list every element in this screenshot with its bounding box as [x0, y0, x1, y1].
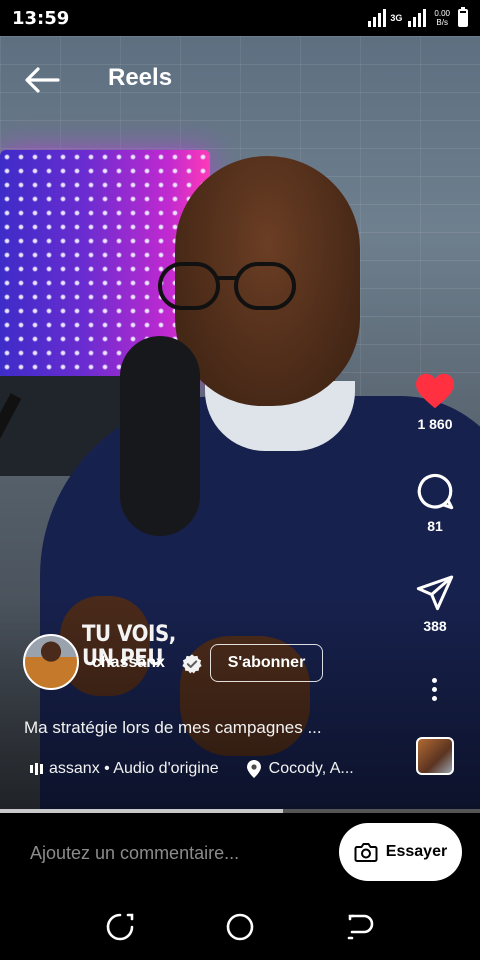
arrow-left-icon: [25, 67, 60, 93]
verified-badge-icon: [182, 654, 202, 674]
home-circle-icon: [226, 913, 254, 941]
username[interactable]: chassanx: [92, 654, 165, 672]
paper-plane-icon: [416, 575, 454, 611]
camera-icon: [354, 843, 378, 862]
glasses: [158, 262, 348, 316]
microphone: [120, 336, 200, 536]
status-bar: 13:59 3G 0.00 B/s: [0, 0, 480, 36]
post-caption[interactable]: Ma stratégie lors de mes campagnes ...: [24, 718, 404, 738]
back-button[interactable]: [22, 64, 62, 96]
page-title: Reels: [108, 64, 173, 91]
status-icons: 3G 0.00 B/s: [368, 7, 468, 27]
signal-icon: [368, 9, 387, 27]
home-button[interactable]: [220, 907, 260, 947]
heart-icon: [416, 373, 454, 409]
back-nav-icon: [347, 914, 374, 940]
more-vertical-icon[interactable]: [430, 678, 438, 705]
back-nav-button[interactable]: [340, 907, 380, 947]
comment-bar: Ajoutez un commentaire... Essayer: [0, 813, 480, 893]
try-button[interactable]: Essayer: [339, 823, 462, 881]
try-label: Essayer: [385, 843, 448, 860]
audio-label[interactable]: assanx • Audio d'origine: [49, 760, 219, 778]
comment-count: 81: [427, 518, 443, 534]
status-time: 13:59: [12, 7, 70, 29]
comment-button[interactable]: 81: [405, 470, 465, 534]
share-count: 388: [423, 618, 447, 634]
comment-input[interactable]: Ajoutez un commentaire...: [30, 843, 239, 864]
audio-wave-icon: [30, 763, 43, 775]
share-button[interactable]: 388: [405, 572, 465, 634]
system-nav-bar: [0, 893, 480, 960]
battery-icon: [458, 7, 468, 27]
audio-thumbnail[interactable]: [416, 737, 454, 775]
location-pin-icon: [246, 760, 261, 778]
recent-apps-icon: [106, 913, 134, 941]
location-label[interactable]: Cocody, A...: [269, 760, 354, 778]
recent-apps-button[interactable]: [100, 907, 140, 947]
comment-bubble-icon: [417, 473, 454, 510]
follow-button[interactable]: S'abonner: [210, 644, 323, 682]
like-count: 1 860: [417, 416, 453, 432]
like-button[interactable]: 1 860: [405, 372, 465, 432]
avatar[interactable]: [23, 634, 79, 690]
net-speed: 0.00 B/s: [434, 9, 450, 27]
network-type: 3G: [390, 12, 403, 23]
post-meta: assanx • Audio d'origine Cocody, A...: [30, 758, 354, 780]
signal-icon-2: [408, 9, 427, 27]
